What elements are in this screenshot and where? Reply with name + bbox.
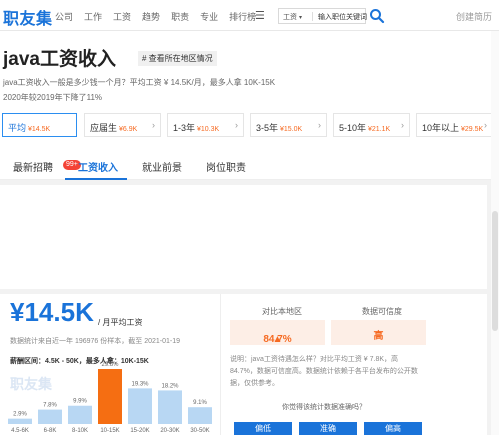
create-resume-link[interactable]: 创建简历 bbox=[456, 10, 492, 23]
chart-bar bbox=[38, 409, 62, 424]
experience-value: ¥21.1K bbox=[368, 126, 391, 133]
nav-item-duties[interactable]: 职责 bbox=[171, 10, 189, 23]
chart-data-label: 7.8% bbox=[43, 403, 57, 409]
content-tabs: 最新招聘 99+ 工资收入 就业前景 岗位职责 bbox=[0, 151, 499, 180]
salary-summary-card: ¥14.5K / 月平均工资 数据统计来自近一年 196976 份样本，截至 2… bbox=[0, 294, 487, 435]
active-tab-indicator bbox=[65, 178, 127, 180]
trust-label: 数据可信度 bbox=[362, 307, 402, 316]
chevron-right-icon: › bbox=[401, 120, 404, 130]
tab-duties[interactable]: 岗位职责 bbox=[206, 159, 246, 174]
nav-item-jobs[interactable]: 工作 bbox=[84, 10, 102, 23]
experience-filter-10-plus[interactable]: 10年以上 ¥29.5K › bbox=[416, 113, 493, 137]
chart-tick-label: 15-20K bbox=[130, 428, 149, 434]
experience-name: 5-10年 bbox=[339, 123, 367, 133]
experience-value: ¥14.5K bbox=[28, 126, 51, 133]
experience-value: ¥6.9K bbox=[119, 126, 138, 133]
tab-salary[interactable]: 工资收入 bbox=[78, 159, 118, 174]
chevron-right-icon: › bbox=[235, 120, 238, 130]
chart-bar bbox=[128, 388, 152, 424]
scrollbar-thumb[interactable] bbox=[492, 211, 498, 331]
menu-list-icon[interactable]: ☰ bbox=[255, 9, 265, 22]
experience-label: 应届生 ¥6.9K bbox=[90, 121, 137, 134]
chart-tick-label: 20-30K bbox=[160, 428, 179, 434]
region-compare-box: ▲ 84.7% bbox=[230, 320, 325, 345]
experience-name: 10年以上 bbox=[422, 123, 460, 133]
experience-filter-1-3[interactable]: 1-3年 ¥10.3K › bbox=[167, 113, 244, 137]
chart-tick-label: 8-10K bbox=[72, 428, 88, 434]
page-title: java工资收入 bbox=[3, 49, 116, 70]
chart-data-label: 29.8% bbox=[101, 362, 119, 368]
experience-name: 平均 bbox=[8, 123, 27, 133]
chart-tick-label: 30-50K bbox=[190, 428, 209, 434]
experience-filter-5-10[interactable]: 5-10年 ¥21.1K › bbox=[333, 113, 410, 137]
chart-data-label: 18.2% bbox=[161, 383, 179, 389]
chart-bar bbox=[8, 418, 32, 424]
chart-data-label: 2.9% bbox=[13, 412, 27, 418]
experience-value: ¥10.3K bbox=[197, 126, 220, 133]
chart-bar bbox=[158, 390, 182, 424]
search-icon[interactable] bbox=[369, 8, 385, 24]
experience-name: 3-5年 bbox=[256, 123, 279, 133]
feedback-low-button[interactable]: 偏低 bbox=[234, 422, 292, 435]
search-box: 工资 ▾ 输入职位关键词 bbox=[278, 8, 367, 24]
nav-item-trends[interactable]: 趋势 bbox=[142, 10, 160, 23]
site-logo[interactable]: 职友集 bbox=[3, 5, 53, 29]
trust-box: 高 bbox=[331, 320, 426, 345]
region-compare-label: 对比本地区 bbox=[262, 307, 302, 316]
search-divider bbox=[312, 12, 313, 21]
region-compare-number: 84.7% bbox=[263, 334, 292, 345]
compare-note: 说明：java工资待遇怎么样？对比平均工资 ¥ 7.8K，高 84.7%，数据可… bbox=[230, 356, 418, 387]
main-nav: 公司 工作 工资 趋势 职责 专业 排行榜 bbox=[55, 10, 267, 23]
blank-content-panel bbox=[0, 185, 487, 289]
experience-label: 平均 ¥14.5K bbox=[8, 121, 50, 134]
experience-label: 3-5年 ¥15.0K bbox=[256, 121, 302, 134]
nav-item-majors[interactable]: 专业 bbox=[200, 10, 218, 23]
top-navigation-bar: 职友集 公司 工作 工资 趋势 职责 专业 排行榜 ☰ 工资 ▾ 输入职位关键词 创建简历 bbox=[0, 0, 499, 31]
nav-item-rankings[interactable]: 排行榜 bbox=[229, 10, 256, 23]
scrollbar[interactable] bbox=[491, 31, 499, 435]
chart-data-label: 9.1% bbox=[193, 400, 207, 406]
experience-label: 1-3年 ¥10.3K bbox=[173, 121, 219, 134]
chart-data-label: 19.3% bbox=[131, 381, 149, 387]
salary-trend-text: 2020年较2019年下降了11% bbox=[3, 93, 103, 102]
trust-value: 高 bbox=[373, 331, 384, 342]
chevron-down-icon: ▾ bbox=[299, 15, 303, 21]
chart-bar bbox=[98, 369, 122, 424]
experience-name: 1-3年 bbox=[173, 123, 196, 133]
tab-latest-jobs[interactable]: 最新招聘 99+ bbox=[13, 159, 81, 174]
nav-item-company[interactable]: 公司 bbox=[55, 10, 73, 23]
tab-label: 最新招聘 bbox=[13, 163, 53, 174]
chart-data-label: 9.9% bbox=[73, 399, 87, 405]
search-input[interactable]: 输入职位关键词 bbox=[318, 12, 367, 22]
chevron-right-icon: › bbox=[484, 120, 487, 130]
card-divider bbox=[220, 294, 221, 435]
chart-bar bbox=[68, 405, 92, 424]
salary-header: java工资收入 # 查看所在地区情况 java工资收入一般是多少钱一个月？平均… bbox=[0, 31, 499, 180]
chevron-right-icon: › bbox=[152, 120, 155, 130]
feedback-high-button[interactable]: 偏高 bbox=[364, 422, 422, 435]
search-type-select[interactable]: 工资 ▾ bbox=[283, 12, 302, 22]
experience-filter-graduate[interactable]: 应届生 ¥6.9K › bbox=[84, 113, 161, 137]
search-type-label: 工资 bbox=[283, 14, 297, 21]
experience-filter-average[interactable]: 平均 ¥14.5K bbox=[2, 113, 77, 137]
experience-label: 10年以上 ¥29.5K bbox=[422, 121, 483, 134]
feedback-accurate-button[interactable]: 准确 bbox=[299, 422, 357, 435]
chart-tick-label: 4.5-6K bbox=[11, 428, 29, 434]
experience-filter-3-5[interactable]: 3-5年 ¥15.0K › bbox=[250, 113, 327, 137]
salary-description: java工资收入一般是多少钱一个月？平均工资 ¥ 14.5K/月，最多人拿 10… bbox=[3, 78, 276, 87]
view-location-button[interactable]: # 查看所在地区情况 bbox=[138, 51, 217, 66]
accuracy-question: 你觉得该统计数据准确吗？ bbox=[282, 404, 366, 411]
chevron-right-icon: › bbox=[318, 120, 321, 130]
salary-distribution-chart: 2.9% 4.5-6K 7.8% 6-8K 9.9% 8-10K 29.8% 10-15K 19… bbox=[8, 362, 212, 434]
experience-value: ¥29.5K bbox=[461, 126, 484, 133]
chart-bar bbox=[188, 407, 212, 424]
tab-prospects[interactable]: 就业前景 bbox=[142, 159, 182, 174]
experience-value: ¥15.0K bbox=[280, 126, 303, 133]
chart-tick-label: 6-8K bbox=[44, 428, 57, 434]
chart-tick-label: 10-15K bbox=[100, 428, 119, 434]
experience-name: 应届生 bbox=[90, 123, 118, 133]
experience-label: 5-10年 ¥21.1K bbox=[339, 121, 390, 134]
nav-item-salary[interactable]: 工资 bbox=[113, 10, 131, 23]
